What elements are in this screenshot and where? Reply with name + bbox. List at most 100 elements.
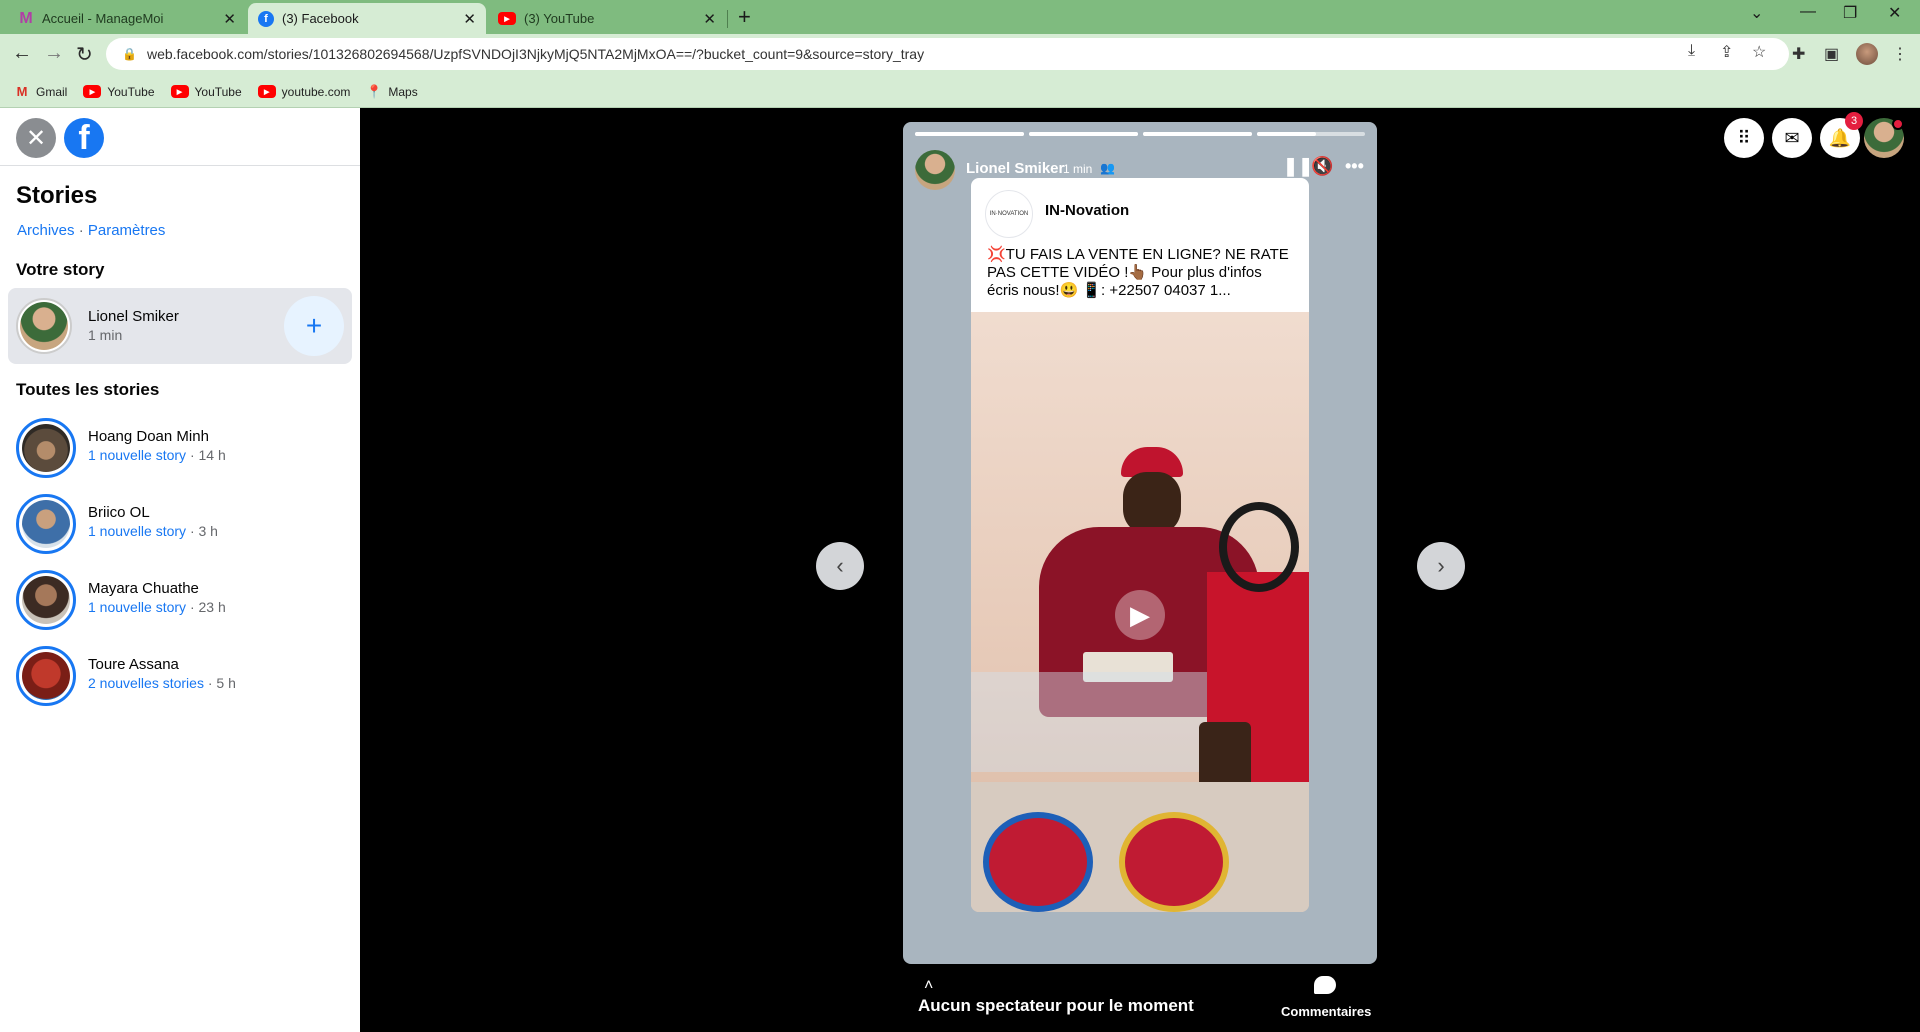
tab-title: Accueil - ManageMoi: [42, 11, 164, 26]
new-tab-button[interactable]: +: [738, 4, 751, 30]
lock-icon: 🔒: [122, 47, 137, 61]
story-author-avatar[interactable]: [915, 150, 955, 190]
install-app-icon[interactable]: ⤓: [1688, 42, 1695, 60]
close-icon[interactable]: ✕: [703, 10, 716, 28]
archives-link[interactable]: Archives: [17, 222, 75, 239]
messenger-icon[interactable]: ✉: [1772, 118, 1812, 158]
mute-icon[interactable]: 🔇: [1311, 156, 1333, 177]
bookmark-star-icon[interactable]: ☆: [1752, 42, 1766, 62]
tab-separator: [727, 10, 728, 28]
new-count: 1 nouvelle story: [88, 523, 187, 539]
tab-managemoi[interactable]: M Accueil - ManageMoi ✕: [8, 3, 246, 34]
story-list-item[interactable]: Briico OL 1 nouvelle story · 3 h: [8, 488, 352, 560]
story-status: 2 nouvelles stories · 5 h: [88, 675, 236, 691]
my-story-time: 1 min: [88, 327, 123, 343]
youtube-icon: ▶: [83, 85, 102, 98]
tab-title: (3) YouTube: [524, 11, 595, 26]
my-story-name: Lionel Smiker: [88, 308, 179, 325]
youtube-icon: ▶: [170, 85, 189, 98]
forward-icon[interactable]: →: [44, 42, 64, 65]
previous-story-button[interactable]: ‹: [816, 542, 864, 590]
minimize-icon[interactable]: —: [1800, 3, 1816, 21]
page-title: Stories: [16, 182, 98, 209]
progress-segment: [1143, 132, 1252, 136]
tab-youtube[interactable]: ▶ (3) YouTube ✕: [488, 3, 726, 34]
new-count: 2 nouvelles stories: [88, 675, 204, 691]
browser-tab-strip: M Accueil - ManageMoi ✕ f (3) Facebook ✕…: [0, 0, 1920, 34]
viewers-status[interactable]: Aucun spectateur pour le moment: [918, 996, 1194, 1016]
all-stories-heading: Toutes les stories: [16, 380, 160, 399]
plus-icon: +: [305, 310, 323, 341]
more-options-icon[interactable]: •••: [1345, 156, 1364, 177]
managemoi-icon: M: [19, 9, 33, 27]
story-time: 1 min: [1063, 162, 1093, 176]
bookmark-youtube-com[interactable]: ▶ youtube.com: [257, 84, 351, 99]
close-stories-button[interactable]: ✕: [16, 118, 56, 158]
chevron-left-icon: ‹: [836, 553, 844, 578]
stories-sidebar: ✕ f Stories Archives · Paramètres Votre …: [0, 108, 360, 1032]
page-logo: IN·NOVATION: [985, 190, 1033, 238]
story-author: Mayara Chuathe: [88, 580, 199, 597]
bookmark-youtube-2[interactable]: ▶ YouTube: [170, 85, 242, 99]
bookmark-label: youtube.com: [281, 84, 351, 99]
comment-icon[interactable]: [1314, 976, 1336, 994]
tab-facebook[interactable]: f (3) Facebook ✕: [248, 3, 486, 34]
window-close-icon[interactable]: ✕: [1888, 3, 1901, 23]
close-icon[interactable]: ✕: [223, 10, 236, 28]
next-story-button[interactable]: ›: [1417, 542, 1465, 590]
avatar: [16, 298, 72, 354]
progress-segment: [1029, 132, 1138, 136]
story-status: 1 nouvelle story · 23 h: [88, 599, 226, 615]
separator-dot: ·: [78, 222, 88, 239]
share-icon[interactable]: ⇪: [1720, 42, 1733, 62]
story-author: Toure Assana: [88, 656, 179, 673]
progress-segment: [1257, 132, 1365, 136]
add-story-button[interactable]: +: [284, 296, 344, 356]
bookmark-youtube[interactable]: ▶ YouTube: [83, 85, 155, 99]
restore-icon[interactable]: ❐: [1843, 3, 1857, 23]
story-author: Briico OL: [88, 504, 150, 521]
page-name[interactable]: IN-Novation: [1045, 202, 1129, 219]
avatar: [16, 646, 76, 706]
story-author-name[interactable]: Lionel Smiker: [966, 160, 1064, 177]
story-card[interactable]: Lionel Smiker 1 min 👥 ❚❚ 🔇 ••• IN·NOVATI…: [903, 122, 1377, 964]
browser-toolbar: ← → ↻ 🔒 web.facebook.com/stories/1013268…: [0, 34, 1920, 76]
avatar: [16, 570, 76, 630]
story-age: · 14 h: [186, 447, 226, 463]
url-text: web.facebook.com/stories/101326802694568…: [146, 46, 925, 62]
progress-segment: [915, 132, 1024, 136]
chevron-up-icon[interactable]: ˄: [924, 977, 933, 995]
divider: [0, 165, 360, 166]
pause-icon[interactable]: ❚❚: [1283, 156, 1313, 177]
settings-link[interactable]: Paramètres: [88, 222, 166, 239]
menu-grid-icon[interactable]: ⠿: [1724, 118, 1764, 158]
post-text: 💢TU FAIS LA VENTE EN LIGNE? NE RATE PAS …: [987, 246, 1289, 299]
comments-button[interactable]: Commentaires: [1281, 1004, 1371, 1019]
account-status-dot: [1892, 118, 1904, 130]
back-icon[interactable]: ←: [12, 42, 32, 65]
reload-icon[interactable]: ↻: [76, 42, 93, 67]
browser-menu-icon[interactable]: ⋮: [1892, 44, 1908, 64]
browser-profile-avatar[interactable]: [1856, 43, 1878, 65]
address-bar[interactable]: 🔒 web.facebook.com/stories/1013268026945…: [106, 38, 1789, 70]
post-video[interactable]: ▶: [971, 312, 1309, 912]
chevron-right-icon: ›: [1437, 553, 1445, 578]
story-author: Hoang Doan Minh: [88, 428, 209, 445]
shared-post[interactable]: IN·NOVATION IN-Novation 💢TU FAIS LA VENT…: [971, 178, 1309, 912]
bookmarks-bar: M Gmail ▶ YouTube ▶ YouTube ▶ youtube.co…: [0, 76, 1920, 108]
story-list-item[interactable]: Hoang Doan Minh 1 nouvelle story · 14 h: [8, 412, 352, 484]
my-story-item[interactable]: Lionel Smiker 1 min +: [8, 288, 352, 364]
facebook-logo-icon[interactable]: f: [64, 118, 104, 158]
bookmark-gmail[interactable]: M Gmail: [14, 84, 68, 100]
story-list-item[interactable]: Toure Assana 2 nouvelles stories · 5 h: [8, 640, 352, 712]
tab-search-icon[interactable]: ⌄: [1750, 3, 1763, 23]
bookmark-maps[interactable]: 📍 Maps: [366, 84, 417, 100]
side-panel-icon[interactable]: ▣: [1824, 44, 1839, 64]
story-status: 1 nouvelle story · 3 h: [88, 523, 218, 539]
story-list-item[interactable]: Mayara Chuathe 1 nouvelle story · 23 h: [8, 564, 352, 636]
extensions-icon[interactable]: ✚: [1792, 44, 1805, 64]
play-icon[interactable]: ▶: [1115, 590, 1165, 640]
close-icon[interactable]: ✕: [463, 10, 476, 28]
story-age: · 5 h: [203, 675, 236, 691]
new-count: 1 nouvelle story: [88, 599, 187, 615]
